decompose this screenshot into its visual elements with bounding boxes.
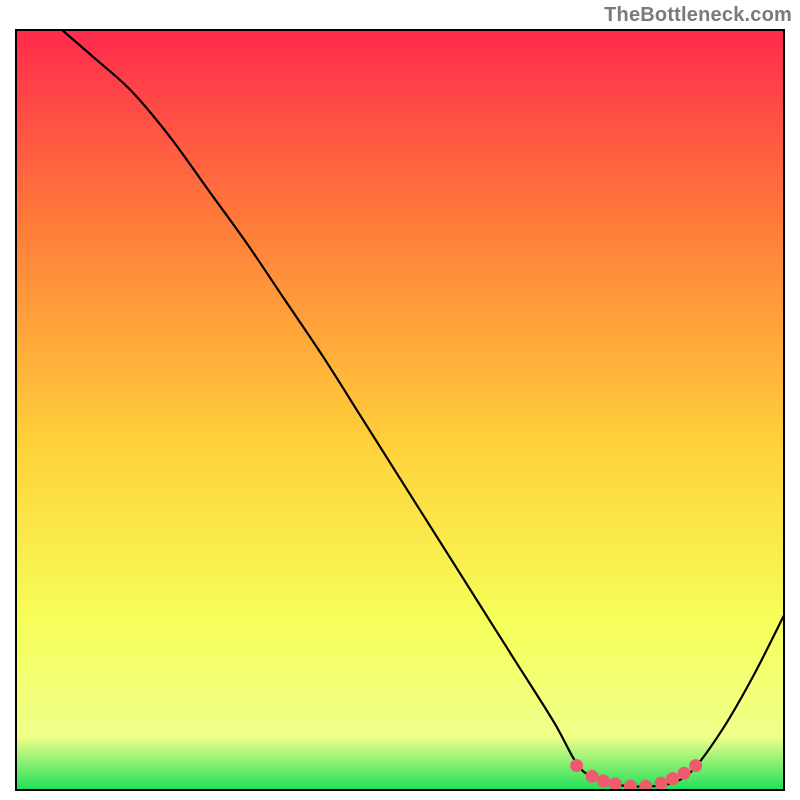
- highlight-dot: [655, 777, 668, 790]
- highlight-dot: [609, 777, 622, 790]
- highlight-dot: [666, 772, 679, 785]
- highlight-dot: [597, 774, 610, 787]
- highlight-dot: [570, 759, 583, 772]
- highlight-dot: [678, 767, 691, 780]
- gradient-background: [16, 30, 784, 790]
- bottleneck-chart: [0, 0, 800, 800]
- chart-container: { "attribution": "TheBottleneck.com", "c…: [0, 0, 800, 800]
- highlight-dot: [586, 770, 599, 783]
- attribution-text: TheBottleneck.com: [604, 4, 792, 27]
- highlight-dot: [689, 759, 702, 772]
